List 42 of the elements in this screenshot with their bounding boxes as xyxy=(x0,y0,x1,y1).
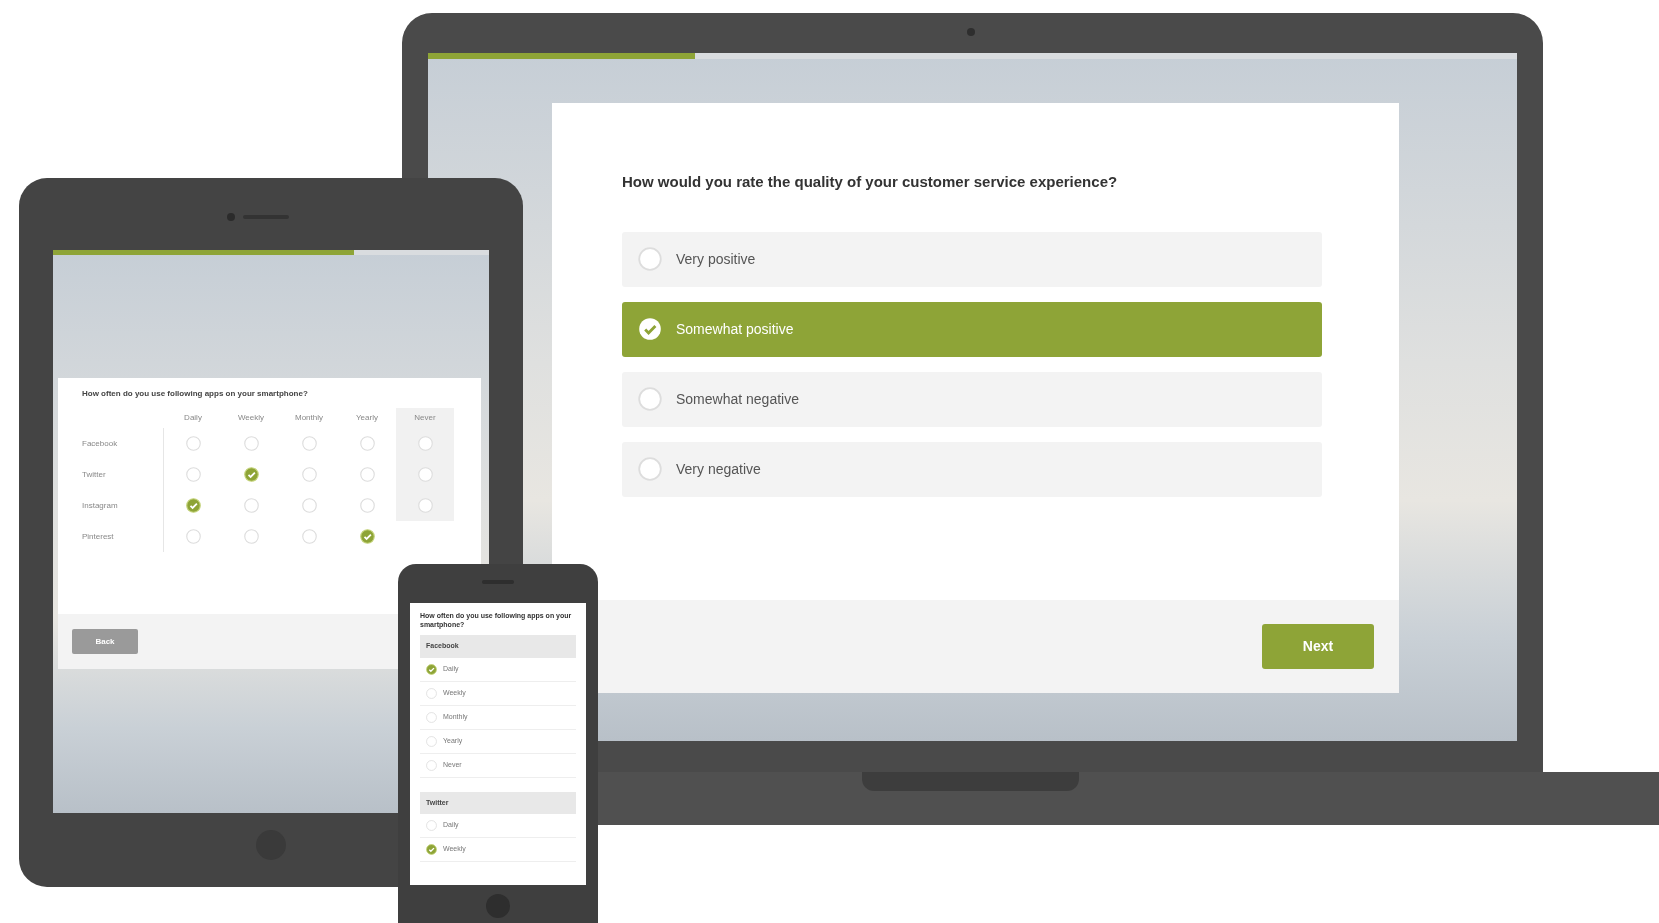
column-header: Daily xyxy=(183,412,203,424)
radio-button[interactable] xyxy=(301,436,317,451)
radio-button[interactable] xyxy=(301,498,317,513)
radio-icon xyxy=(638,457,662,481)
radio-button[interactable] xyxy=(243,498,259,513)
radio-button[interactable] xyxy=(359,467,375,482)
radio-button[interactable] xyxy=(185,498,201,513)
camera-icon xyxy=(967,28,975,36)
row-label: Twitter xyxy=(82,459,164,490)
radio-button[interactable] xyxy=(243,467,259,482)
radio-button[interactable] xyxy=(243,529,259,544)
column-header: Monthly xyxy=(294,412,324,424)
back-button[interactable]: Back xyxy=(72,629,138,654)
row-label: Instagram xyxy=(82,490,164,521)
radio-button[interactable] xyxy=(185,529,201,544)
radio-button[interactable] xyxy=(417,498,433,513)
column-header: Never xyxy=(396,408,454,428)
radio-icon xyxy=(638,387,662,411)
column-header: Yearly xyxy=(355,412,379,424)
column-header: Weekly xyxy=(236,412,266,424)
question-text: How often do you use following apps on your smartphone? xyxy=(82,388,309,400)
radio-button[interactable] xyxy=(359,436,375,451)
radio-button[interactable] xyxy=(243,436,259,451)
next-button[interactable]: Next xyxy=(1262,624,1374,669)
radio-icon xyxy=(638,247,662,271)
question-text: How would you rate the quality of your customer service experience? xyxy=(622,172,1119,192)
row-label: Facebook xyxy=(82,428,164,459)
answer-option[interactable]: Somewhat negative xyxy=(622,371,1322,427)
radio-button[interactable] xyxy=(417,467,433,482)
radio-button[interactable] xyxy=(359,498,375,513)
radio-icon xyxy=(638,317,662,341)
radio-button[interactable] xyxy=(301,467,317,482)
radio-button[interactable] xyxy=(417,436,433,451)
answer-option[interactable]: Very positive xyxy=(622,231,1322,287)
row-label: Pinterest xyxy=(82,521,164,552)
camera-icon xyxy=(227,213,235,221)
answer-option[interactable]: Very negative xyxy=(622,441,1322,497)
answer-option[interactable]: Somewhat positive xyxy=(622,301,1322,357)
radio-button[interactable] xyxy=(185,467,201,482)
radio-button[interactable] xyxy=(301,529,317,544)
radio-button[interactable] xyxy=(185,436,201,451)
radio-button[interactable] xyxy=(359,529,375,544)
